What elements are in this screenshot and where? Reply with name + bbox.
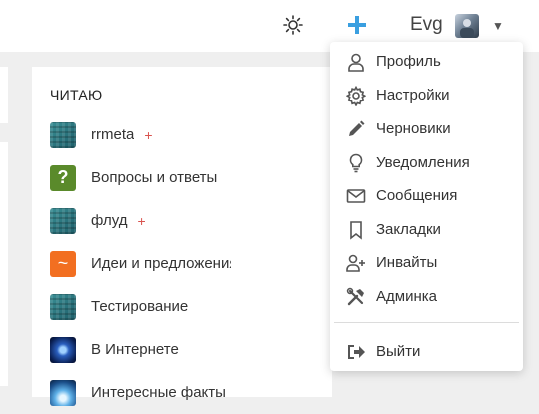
user-plus-icon — [344, 251, 368, 275]
menu-item-invites[interactable]: Инвайты — [330, 246, 523, 279]
question-avatar: ? — [50, 164, 76, 191]
gear-icon — [344, 84, 368, 108]
envelope-icon — [344, 184, 368, 208]
menu-item-label: Выйти — [376, 343, 421, 360]
texture-avatar — [50, 207, 76, 234]
feed-name[interactable]: Идеи и предложения — [91, 255, 231, 272]
texture-avatar — [50, 121, 76, 148]
menu-divider — [334, 322, 519, 323]
username[interactable]: Evg — [410, 14, 443, 36]
tools-icon — [344, 285, 368, 309]
plus-icon — [348, 16, 366, 34]
create-post-button[interactable] — [344, 12, 370, 38]
menu-item-label: Закладки — [376, 221, 441, 238]
left-card-edge — [0, 67, 8, 123]
lightbulb-icon — [344, 151, 368, 175]
menu-item-label: Настройки — [376, 87, 450, 104]
reading-list: rrmeta + ? Вопросы и ответы флуд + ~ Иде… — [50, 113, 310, 414]
bookmark-icon — [344, 218, 368, 242]
theme-toggle-button[interactable] — [280, 12, 306, 38]
menu-item-label: Профиль — [376, 53, 441, 70]
list-item[interactable]: ? Вопросы и ответы — [50, 156, 310, 199]
menu-item-profile[interactable]: Профиль — [330, 45, 523, 78]
menu-item-label: Админка — [376, 288, 437, 305]
user-icon — [344, 50, 368, 74]
user-dropdown-menu: Профиль Настройки Черновики Уведомления — [330, 42, 523, 371]
menu-item-drafts[interactable]: Черновики — [330, 112, 523, 145]
user-menu-caret[interactable]: ▼ — [492, 19, 504, 33]
facts-avatar — [50, 379, 76, 406]
list-item[interactable]: rrmeta + — [50, 113, 310, 156]
subscribe-plus[interactable]: + — [144, 127, 152, 143]
menu-item-messages[interactable]: Сообщения — [330, 179, 523, 212]
menu-item-label: Сообщения — [376, 187, 458, 204]
feed-name[interactable]: флуд — [91, 212, 128, 229]
tilde-avatar: ~ — [50, 250, 76, 277]
left-card-edge — [0, 142, 8, 374]
menu-item-label: Инвайты — [376, 254, 438, 271]
left-card-edge — [0, 374, 8, 386]
menu-item-admin[interactable]: Админка — [330, 280, 523, 313]
feed-name[interactable]: Тестирование — [91, 298, 188, 315]
feed-name[interactable]: В Интернете — [91, 341, 179, 358]
web-avatar — [50, 336, 76, 363]
reading-panel: ЧИТАЮ rrmeta + ? Вопросы и ответы флуд +… — [32, 67, 332, 406]
menu-item-notifications[interactable]: Уведомления — [330, 146, 523, 179]
reading-title: ЧИТАЮ — [50, 87, 103, 103]
texture-avatar — [50, 293, 76, 320]
sun-icon — [283, 15, 303, 35]
sign-out-icon — [344, 340, 368, 364]
menu-item-settings[interactable]: Настройки — [330, 79, 523, 112]
list-item[interactable]: ~ Идеи и предложения — [50, 242, 310, 285]
subscribe-plus[interactable]: + — [138, 213, 146, 229]
list-item[interactable]: Интересные факты — [50, 371, 310, 414]
menu-item-bookmarks[interactable]: Закладки — [330, 213, 523, 246]
feed-name[interactable]: rrmeta — [91, 126, 134, 143]
menu-item-label: Черновики — [376, 120, 451, 137]
feed-name[interactable]: Интересные факты — [91, 384, 226, 401]
menu-item-label: Уведомления — [376, 154, 470, 171]
feed-name[interactable]: Вопросы и ответы — [91, 169, 217, 186]
avatar[interactable] — [455, 14, 479, 38]
list-item[interactable]: В Интернете — [50, 328, 310, 371]
list-item[interactable]: Тестирование — [50, 285, 310, 328]
menu-item-logout[interactable]: Выйти — [330, 335, 523, 368]
list-item[interactable]: флуд + — [50, 199, 310, 242]
pencil-icon — [344, 117, 368, 141]
